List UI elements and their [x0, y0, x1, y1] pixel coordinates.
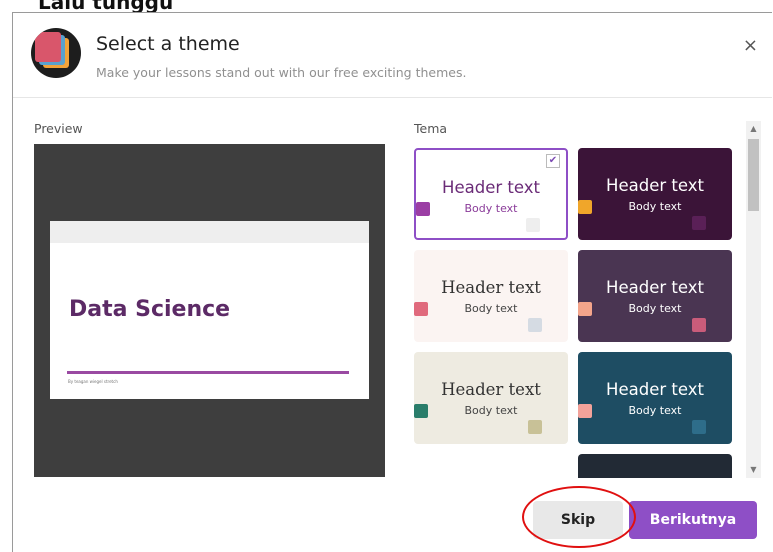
color-swatch — [528, 318, 542, 332]
theme-body-text: Body text — [464, 202, 518, 215]
theme-preview: Data Science By teagan wiegel stretch — [34, 144, 385, 477]
scroll-thumb[interactable] — [748, 139, 759, 211]
theme-header-text: Header text — [606, 380, 704, 399]
color-swatch — [414, 302, 428, 316]
theme-card[interactable] — [578, 454, 732, 478]
select-theme-dialog: Select a theme Make your lessons stand o… — [12, 12, 772, 552]
dialog-title: Select a theme — [96, 33, 240, 55]
dialog-header: Select a theme Make your lessons stand o… — [13, 13, 772, 98]
close-icon[interactable]: × — [743, 35, 758, 56]
theme-header-text: Header text — [441, 380, 541, 399]
theme-body-text: Body text — [464, 302, 518, 315]
preview-slide: Data Science By teagan wiegel stretch — [50, 221, 369, 399]
skip-button[interactable]: Skip — [533, 501, 623, 539]
color-swatch — [578, 404, 592, 418]
theme-card[interactable]: Header text Body text ✔ — [414, 148, 568, 240]
color-swatch — [692, 318, 706, 332]
theme-body-text: Body text — [628, 302, 682, 315]
color-swatch — [692, 216, 706, 230]
theme-body-text: Body text — [628, 200, 682, 213]
theme-body-text: Body text — [464, 404, 518, 417]
selected-check-icon: ✔ — [546, 154, 560, 168]
slide-footer: By teagan wiegel stretch — [68, 379, 118, 384]
theme-header-text: Header text — [441, 278, 541, 297]
slide-header-bar — [50, 221, 369, 243]
color-swatch — [416, 202, 430, 216]
theme-grid: Header text Body text ✔ Header text Body tex… — [414, 148, 734, 478]
next-button[interactable]: Berikutnya — [629, 501, 757, 539]
theme-header-text: Header text — [442, 178, 540, 197]
theme-card[interactable]: Header text Body text — [414, 352, 568, 444]
color-swatch — [578, 200, 592, 214]
slide-title: Data Science — [69, 297, 231, 322]
color-swatch — [528, 420, 542, 434]
color-swatch — [692, 420, 706, 434]
theme-card[interactable]: Header text Body text — [578, 148, 732, 240]
scroll-down-icon[interactable]: ▼ — [746, 462, 761, 478]
theme-header-text: Header text — [606, 278, 704, 297]
color-swatch — [578, 302, 592, 316]
theme-body-text: Body text — [628, 404, 682, 417]
color-swatch — [526, 218, 540, 232]
slide-divider — [67, 371, 349, 374]
theme-card[interactable]: Header text Body text — [578, 250, 732, 342]
preview-label: Preview — [34, 121, 83, 136]
scroll-up-icon[interactable]: ▲ — [746, 121, 761, 137]
theme-card[interactable]: Header text Body text — [578, 352, 732, 444]
theme-scrollbar[interactable]: ▲ ▼ — [746, 121, 761, 478]
theme-header-text: Header text — [606, 176, 704, 195]
theme-card[interactable]: Header text Body text — [414, 250, 568, 342]
themes-label: Tema — [414, 121, 448, 136]
themes-logo-icon — [31, 28, 81, 78]
color-swatch — [414, 404, 428, 418]
dialog-subtitle: Make your lessons stand out with our fre… — [96, 65, 467, 80]
